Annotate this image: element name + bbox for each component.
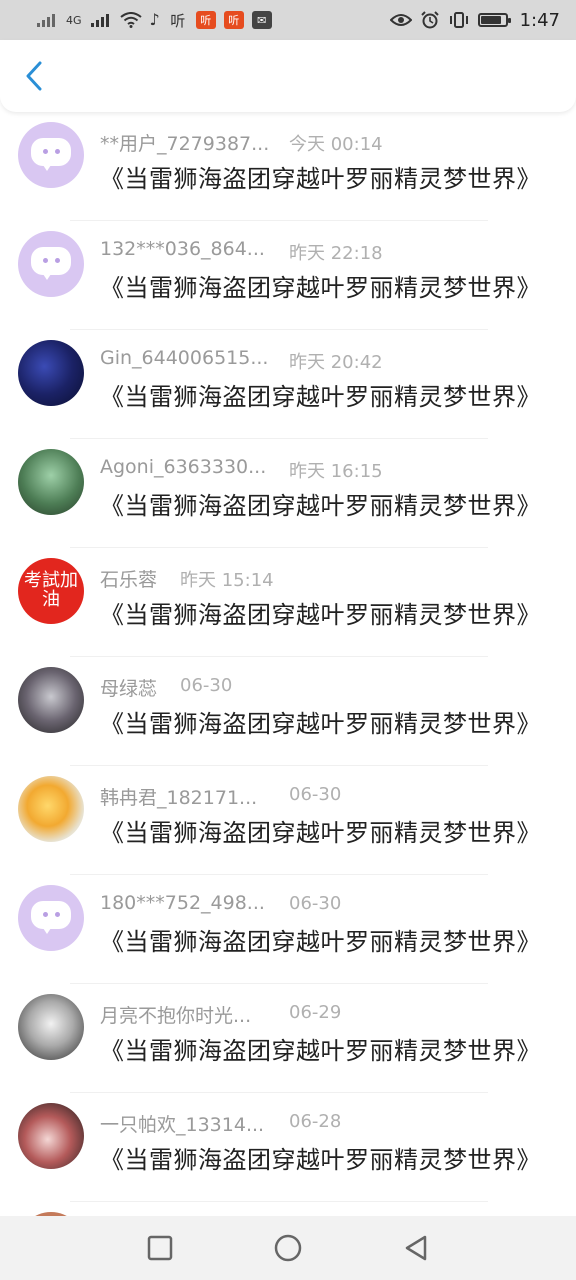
- wifi-icon: [119, 12, 142, 28]
- eye-icon: [389, 14, 412, 26]
- story-title[interactable]: 《当雷狮海盗团穿越叶罗丽精灵梦世界》: [100, 922, 541, 957]
- app-notification-icon: 听: [223, 11, 244, 29]
- comment-row[interactable]: 月亮不抱你时光... 06-29 《当雷狮海盗团穿越叶罗丽精灵梦世界》: [0, 984, 576, 1093]
- avatar[interactable]: 考試加油: [18, 558, 84, 624]
- story-title[interactable]: 《当雷狮海盗团穿越叶罗丽精灵梦世界》: [100, 1031, 541, 1066]
- comment-row[interactable]: **用户_7279387... 今天 00:14 《当雷狮海盗团穿越叶罗丽精灵梦世界…: [0, 112, 576, 221]
- music-note-icon: ♪: [149, 10, 160, 29]
- comment-row[interactable]: 韩冉君_182171... 06-30 《当雷狮海盗团穿越叶罗丽精灵梦世界》: [0, 766, 576, 875]
- user-name[interactable]: Gin_644006515...: [100, 347, 268, 369]
- comment-time: 昨天 20:42: [289, 352, 383, 373]
- status-bar: 4G ♪ 听 听 听 ✉ 1:47: [0, 0, 576, 40]
- status-right: 1:47: [389, 9, 560, 31]
- avatar-text: 考試加油: [24, 570, 78, 610]
- comment-time: 06-28: [289, 1111, 342, 1132]
- comment-time: 今天 00:14: [289, 134, 383, 155]
- story-title[interactable]: 《当雷狮海盗团穿越叶罗丽精灵梦世界》: [100, 813, 541, 848]
- story-title[interactable]: 《当雷狮海盗团穿越叶罗丽精灵梦世界》: [100, 595, 541, 630]
- chat-bubble-icon: [31, 247, 71, 281]
- user-name[interactable]: 一只帕欢_13314...: [100, 1110, 264, 1137]
- comment-time: 06-30: [180, 675, 233, 696]
- comment-row[interactable]: 180***752_498... 06-30 《当雷狮海盗团穿越叶罗丽精灵梦世界》: [0, 875, 576, 984]
- chevron-left-icon: [26, 61, 42, 91]
- avatar[interactable]: [18, 885, 84, 951]
- chat-bubble-icon: [31, 138, 71, 172]
- network-type-label: 4G: [66, 13, 82, 27]
- comment-time: 昨天 15:14: [180, 570, 274, 591]
- avatar[interactable]: [18, 122, 84, 188]
- story-title[interactable]: 《当雷狮海盗团穿越叶罗丽精灵梦世界》: [100, 159, 541, 194]
- comment-row[interactable]: 132***036_864... 昨天 22:18 《当雷狮海盗团穿越叶罗丽精灵梦世…: [0, 221, 576, 330]
- circle-icon: [274, 1234, 302, 1262]
- clock-time: 1:47: [519, 9, 560, 31]
- signal-icon: [37, 14, 55, 27]
- signal-icon: [90, 14, 109, 27]
- vibrate-icon: [449, 12, 468, 28]
- chat-bubble-icon: [31, 901, 71, 935]
- square-icon: [147, 1235, 173, 1261]
- battery-icon: [477, 13, 511, 27]
- comment-time: 06-29: [289, 1002, 342, 1023]
- avatar[interactable]: [18, 667, 84, 733]
- comment-row[interactable]: 一只帕欢_13314... 06-28 《当雷狮海盗团穿越叶罗丽精灵梦世界》: [0, 1093, 576, 1202]
- avatar[interactable]: [18, 1103, 84, 1169]
- user-name[interactable]: 132***036_864...: [100, 238, 265, 260]
- comment-row[interactable]: Gin_644006515... 昨天 20:42 《当雷狮海盗团穿越叶罗丽精灵梦世…: [0, 330, 576, 439]
- mail-icon: ✉: [251, 11, 272, 29]
- comment-time: 昨天 16:15: [289, 461, 383, 482]
- comment-time: 昨天 22:18: [289, 243, 383, 264]
- avatar[interactable]: [18, 340, 84, 406]
- comment-time: 06-30: [289, 893, 342, 914]
- user-name[interactable]: Agoni_6363330...: [100, 456, 266, 478]
- alarm-icon: [420, 11, 439, 29]
- home-button[interactable]: [272, 1232, 304, 1264]
- app-notification-icon: 听: [170, 11, 186, 30]
- story-title[interactable]: 《当雷狮海盗团穿越叶罗丽精灵梦世界》: [100, 1140, 541, 1175]
- user-name[interactable]: 母绿蕊: [100, 674, 157, 701]
- user-name[interactable]: 180***752_498...: [100, 892, 265, 914]
- story-title[interactable]: 《当雷狮海盗团穿越叶罗丽精灵梦世界》: [100, 486, 541, 521]
- system-back-button[interactable]: [400, 1232, 432, 1264]
- status-left: 4G ♪ 听 听 听 ✉: [36, 10, 272, 30]
- story-title[interactable]: 《当雷狮海盗团穿越叶罗丽精灵梦世界》: [100, 377, 541, 412]
- story-title[interactable]: 《当雷狮海盗团穿越叶罗丽精灵梦世界》: [100, 704, 541, 739]
- comment-row-partial[interactable]: [0, 1202, 576, 1216]
- app-notification-icon: 听: [195, 11, 216, 29]
- top-header: [0, 40, 576, 112]
- story-title[interactable]: 《当雷狮海盗团穿越叶罗丽精灵梦世界》: [100, 268, 541, 303]
- comment-row[interactable]: Agoni_6363330... 昨天 16:15 《当雷狮海盗团穿越叶罗丽精灵梦世…: [0, 439, 576, 548]
- comment-row[interactable]: 母绿蕊 06-30 《当雷狮海盗团穿越叶罗丽精灵梦世界》: [0, 657, 576, 766]
- user-name[interactable]: **用户_7279387...: [100, 129, 269, 156]
- system-navigation-bar: [0, 1216, 576, 1280]
- back-button[interactable]: [20, 56, 48, 96]
- comment-time: 06-30: [289, 784, 342, 805]
- comment-row[interactable]: 考試加油 石乐蓉 昨天 15:14 《当雷狮海盗团穿越叶罗丽精灵梦世界》: [0, 548, 576, 657]
- comment-list[interactable]: **用户_7279387... 今天 00:14 《当雷狮海盗团穿越叶罗丽精灵梦世界…: [0, 112, 576, 1216]
- avatar[interactable]: [18, 776, 84, 842]
- avatar[interactable]: [18, 231, 84, 297]
- avatar[interactable]: [18, 994, 84, 1060]
- avatar[interactable]: [18, 449, 84, 515]
- recent-apps-button[interactable]: [144, 1232, 176, 1264]
- user-name[interactable]: 韩冉君_182171...: [100, 783, 257, 810]
- user-name[interactable]: 石乐蓉: [100, 565, 157, 592]
- triangle-back-icon: [405, 1235, 427, 1261]
- user-name[interactable]: 月亮不抱你时光...: [100, 1001, 251, 1028]
